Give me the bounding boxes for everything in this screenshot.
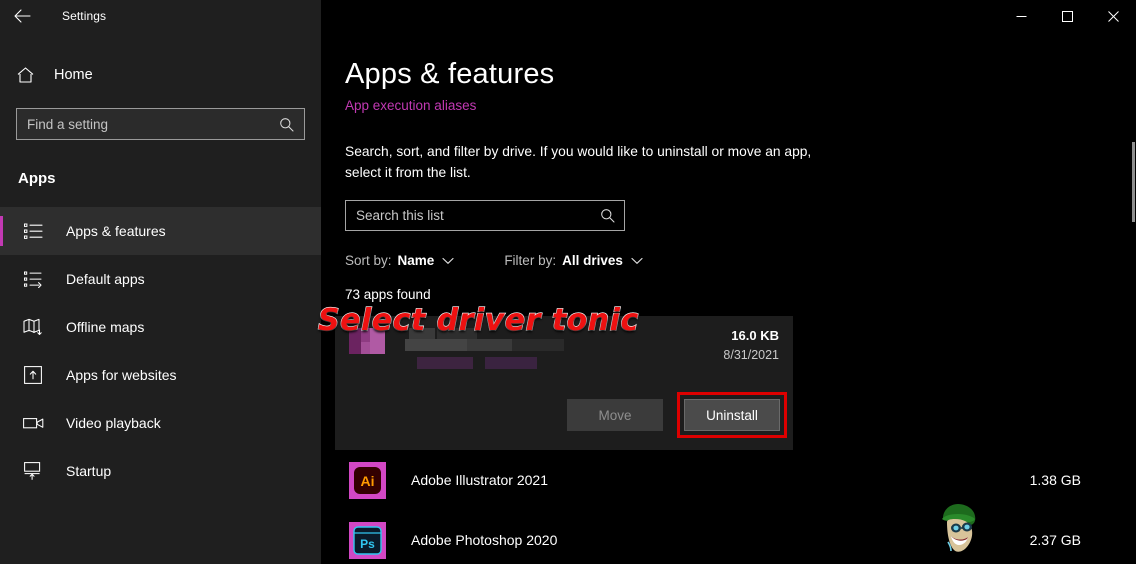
- adobe-photoshop-icon: Ps: [349, 521, 386, 559]
- title-bar: Settings: [0, 0, 1136, 32]
- app-list-item[interactable]: Ps Adobe Photoshop 2020 2.37 GB: [321, 510, 1136, 564]
- sidebar-item-label: Default apps: [66, 271, 145, 287]
- sort-by-value: Name: [397, 253, 435, 268]
- maximize-icon: [1061, 10, 1073, 22]
- video-playback-icon: [22, 416, 44, 430]
- sidebar-item-startup[interactable]: Startup: [0, 447, 321, 495]
- sidebar-nav: Apps & features Default apps Offline map…: [0, 207, 321, 495]
- move-button[interactable]: Move: [567, 399, 663, 431]
- offline-maps-icon: [22, 318, 44, 336]
- selected-app-meta: 16.0 KB 8/31/2021: [723, 328, 779, 362]
- minimize-icon: [1016, 15, 1026, 17]
- sidebar-section-title: Apps: [18, 170, 56, 187]
- back-arrow-icon: [13, 9, 31, 23]
- filter-by-dropdown[interactable]: Filter by: All drives: [504, 253, 643, 268]
- selected-app-date: 8/31/2021: [723, 348, 779, 362]
- home-icon: [14, 66, 36, 84]
- filter-by-label: Filter by:: [504, 253, 557, 268]
- chevron-down-icon: [631, 257, 643, 265]
- filter-bar: Sort by: Name Filter by: All drives: [345, 253, 1136, 268]
- close-button[interactable]: [1090, 0, 1136, 32]
- app-name: Adobe Photoshop 2020: [411, 532, 558, 548]
- apps-found-count: 73 apps found: [345, 287, 431, 302]
- search-icon: [600, 208, 624, 223]
- sidebar-item-label: Offline maps: [66, 319, 145, 335]
- page-description: Search, sort, and filter by drive. If yo…: [345, 144, 812, 180]
- annotation-text: Select driver tonic: [317, 302, 639, 338]
- search-icon: [279, 117, 304, 132]
- window-controls: [998, 0, 1136, 32]
- minimize-button[interactable]: [998, 0, 1044, 32]
- sidebar-item-label: Video playback: [66, 415, 161, 431]
- settings-search-box[interactable]: [16, 108, 305, 140]
- app-list-search-box[interactable]: [345, 200, 625, 231]
- page-title: Apps & features: [345, 58, 555, 90]
- settings-window: Settings Home Find a setting Apps Apps &…: [0, 0, 1136, 564]
- sidebar-item-apps-for-websites[interactable]: Apps for websites: [0, 351, 321, 399]
- sort-by-dropdown[interactable]: Sort by: Name: [345, 253, 454, 268]
- startup-icon: [22, 462, 44, 480]
- sidebar-item-apps-features[interactable]: Apps & features: [0, 207, 321, 255]
- selected-app-size: 16.0 KB: [731, 328, 779, 343]
- main-content: Apps & features App execution aliases Se…: [321, 32, 1136, 564]
- back-button[interactable]: [0, 0, 44, 32]
- sidebar-item-label: Apps for websites: [66, 367, 177, 383]
- chevron-down-icon: [442, 257, 454, 265]
- search-list-input[interactable]: [346, 208, 600, 223]
- close-icon: [1107, 10, 1119, 22]
- search-input[interactable]: [17, 116, 279, 132]
- window-title: Settings: [62, 9, 107, 23]
- sidebar-item-home[interactable]: Home: [0, 58, 321, 92]
- app-list-item[interactable]: Ai Adobe Illustrator 2021 1.38 GB: [321, 450, 1136, 510]
- svg-text:Ps: Ps: [360, 537, 375, 551]
- svg-text:Ai: Ai: [361, 473, 375, 489]
- default-apps-icon: [22, 271, 44, 288]
- sort-by-label: Sort by:: [345, 253, 392, 268]
- sidebar-item-offline-maps[interactable]: Offline maps: [0, 303, 321, 351]
- selected-app-actions: Move Uninstall: [567, 392, 787, 438]
- sidebar-item-video-playback[interactable]: Video playback: [0, 399, 321, 447]
- sidebar-item-label: Apps & features: [66, 223, 166, 239]
- scrollbar-thumb[interactable]: [1132, 142, 1135, 222]
- app-size: 2.37 GB: [1029, 532, 1081, 548]
- uninstall-button[interactable]: Uninstall: [684, 399, 780, 431]
- sidebar-item-label: Startup: [66, 463, 112, 479]
- maximize-button[interactable]: [1044, 0, 1090, 32]
- main-scrollbar[interactable]: [1130, 32, 1136, 564]
- adobe-illustrator-icon: Ai: [349, 461, 386, 499]
- app-size: 1.38 GB: [1029, 472, 1081, 488]
- app-execution-aliases-link[interactable]: App execution aliases: [345, 98, 476, 113]
- appuals-mascot-watermark: [935, 498, 983, 556]
- sidebar: Home Apps: [0, 32, 321, 564]
- sidebar-home-label: Home: [54, 67, 93, 83]
- app-name: Adobe Illustrator 2021: [411, 472, 548, 488]
- title-bar-left: Settings: [0, 0, 321, 32]
- uninstall-button-highlight: Uninstall: [677, 392, 787, 438]
- sidebar-item-default-apps[interactable]: Default apps: [0, 255, 321, 303]
- apps-features-icon: [22, 223, 44, 240]
- apps-for-websites-icon: [22, 366, 44, 384]
- filter-by-value: All drives: [562, 253, 623, 268]
- app-list: 16.0 KB 8/31/2021 Move Uninstall Ai Adob…: [321, 316, 1136, 564]
